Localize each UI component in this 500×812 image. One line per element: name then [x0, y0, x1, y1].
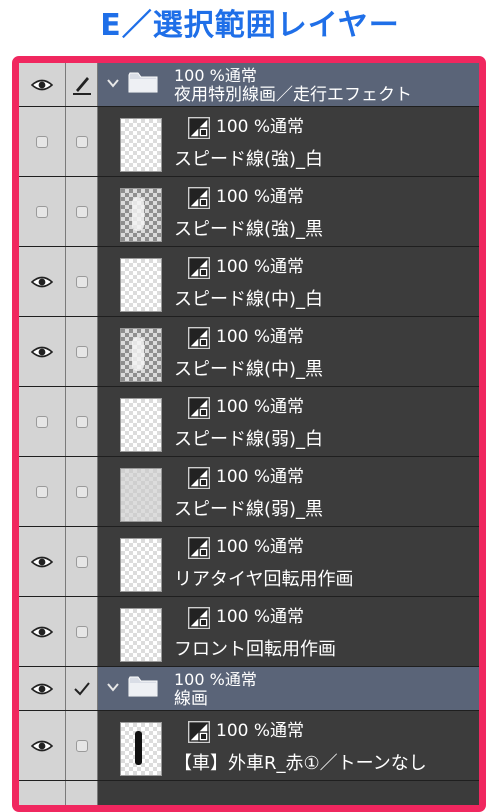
layer-row[interactable]: 100 %通常スピード線(弱)_白	[19, 387, 479, 457]
visibility-eye-icon[interactable]	[19, 247, 65, 317]
layer-type-icon	[188, 117, 210, 139]
layer-row[interactable]: 100 %通常スピード線(中)_白	[19, 247, 479, 317]
layer-info[interactable]: 100 %通常リアタイヤ回転用作画	[98, 527, 479, 597]
layer-name: 【車】外車R_赤①／トーンなし	[174, 753, 427, 774]
blend-mode-label: 100 %通常	[216, 607, 305, 627]
visibility-toggle-box[interactable]	[19, 107, 65, 177]
edit-target-box[interactable]	[66, 387, 97, 457]
blend-mode-label: 100 %通常	[216, 721, 305, 741]
layer-type-icon	[188, 327, 210, 349]
layer-thumbnail	[120, 118, 162, 172]
layer-name: スピード線(強)_黒	[174, 219, 324, 240]
layer-row[interactable]: 100 %通常スピード線(強)_黒	[19, 177, 479, 247]
edit-target-box[interactable]	[66, 107, 97, 177]
blend-mode-label: 100 %通常	[216, 327, 305, 347]
blend-mode-label: 100 %通常	[174, 66, 257, 85]
blend-mode-label: 100 %通常	[174, 670, 257, 689]
visibility-toggle-box[interactable]	[19, 387, 65, 457]
layer-row[interactable]: 100 %通常スピード線(強)_白	[19, 107, 479, 177]
layer-thumbnail	[120, 722, 162, 776]
layer-type-icon	[188, 187, 210, 209]
visibility-toggle-box[interactable]	[19, 457, 65, 527]
blend-mode-label: 100 %通常	[216, 467, 305, 487]
blend-mode-label: 100 %通常	[216, 257, 305, 277]
layer-thumbnail	[120, 258, 162, 312]
layer-thumbnail	[120, 328, 162, 382]
layer-folder-row[interactable]: 100 %通常 夜用特別線画／走行エフェクト	[19, 63, 479, 107]
layer-type-icon	[188, 257, 210, 279]
edit-target-box[interactable]	[66, 177, 97, 247]
layer-folder-row[interactable]: 100 %通常 線画	[19, 667, 479, 711]
layer-info[interactable]: 100 %通常フロント回転用作画	[98, 597, 479, 667]
layer-info[interactable]: 100 %通常スピード線(中)_黒	[98, 317, 479, 387]
blend-mode-label: 100 %通常	[216, 117, 305, 137]
layer-name: スピード線(中)_黒	[174, 359, 324, 380]
layer-name: 夜用特別線画／走行エフェクト	[174, 85, 412, 105]
layer-type-icon	[188, 607, 210, 629]
edit-target-box[interactable]	[66, 317, 97, 387]
pen-icon[interactable]	[66, 63, 97, 107]
layer-row[interactable]: 100 %通常スピード線(中)_黒	[19, 317, 479, 387]
blend-mode-label: 100 %通常	[216, 187, 305, 207]
layer-name: 線画	[174, 689, 208, 709]
edit-target-box[interactable]	[66, 457, 97, 527]
visibility-toggle-box[interactable]	[19, 177, 65, 247]
layer-type-icon	[188, 537, 210, 559]
edit-target-box[interactable]	[66, 527, 97, 597]
layer-row[interactable]: 100 %通常フロント回転用作画	[19, 597, 479, 667]
layer-info[interactable]: 100 %通常【車】外車R_赤①／トーンなし	[98, 711, 479, 781]
layer-type-icon	[188, 721, 210, 743]
layer-info[interactable]: 100 %通常 線画	[98, 667, 479, 711]
visibility-eye-icon[interactable]	[19, 317, 65, 387]
visibility-eye-icon[interactable]	[19, 667, 65, 711]
layer-info[interactable]: 100 %通常スピード線(強)_黒	[98, 177, 479, 247]
layer-thumbnail	[120, 398, 162, 452]
layer-thumbnail	[120, 188, 162, 242]
page-title: E／選択範囲レイヤー	[100, 8, 400, 43]
layer-name: スピード線(弱)_白	[174, 429, 324, 450]
layer-type-icon	[188, 467, 210, 489]
layer-row[interactable]: 100 %通常リアタイヤ回転用作画	[19, 527, 479, 597]
layer-name: スピード線(弱)_黒	[174, 499, 324, 520]
layer-info[interactable]: 100 %通常スピード線(中)_白	[98, 247, 479, 317]
layer-name: フロント回転用作画	[174, 639, 336, 660]
layer-name: リアタイヤ回転用作画	[174, 569, 354, 590]
blend-mode-label: 100 %通常	[216, 397, 305, 417]
edit-target-box[interactable]	[66, 247, 97, 317]
layer-thumbnail	[120, 538, 162, 592]
layer-type-icon	[188, 397, 210, 419]
layer-info[interactable]: 100 %通常スピード線(弱)_白	[98, 387, 479, 457]
edit-target-box[interactable]	[66, 597, 97, 667]
chevron-down-icon[interactable]	[106, 75, 120, 89]
layer-row[interactable]: 100 %通常スピード線(弱)_黒	[19, 457, 479, 527]
layer-thumbnail	[120, 608, 162, 662]
blend-mode-label: 100 %通常	[216, 537, 305, 557]
layer-thumbnail	[120, 468, 162, 522]
folder-icon	[128, 675, 158, 697]
folder-icon	[128, 71, 158, 93]
layer-name: スピード線(強)_白	[174, 149, 324, 170]
layer-name: スピード線(中)_白	[174, 289, 324, 310]
layer-info[interactable]: 100 %通常 夜用特別線画／走行エフェクト	[98, 63, 479, 107]
layer-panel: 100 %通常 夜用特別線画／走行エフェクト 100 %通常 スピード線(強)_白 10…	[12, 56, 486, 812]
layer-info[interactable]: 100 %通常スピード線(強)_白	[98, 107, 479, 177]
visibility-eye-icon[interactable]	[19, 63, 65, 107]
layer-row[interactable]: 100 %通常【車】外車R_赤①／トーンなし	[19, 711, 479, 781]
edit-target-box[interactable]	[66, 711, 97, 781]
visibility-eye-icon[interactable]	[19, 597, 65, 667]
checkmark-icon[interactable]	[66, 667, 97, 711]
visibility-eye-icon[interactable]	[19, 527, 65, 597]
visibility-eye-icon[interactable]	[19, 711, 65, 781]
layer-info[interactable]: 100 %通常スピード線(弱)_黒	[98, 457, 479, 527]
row-divider	[19, 780, 479, 781]
chevron-down-icon[interactable]	[106, 679, 120, 693]
